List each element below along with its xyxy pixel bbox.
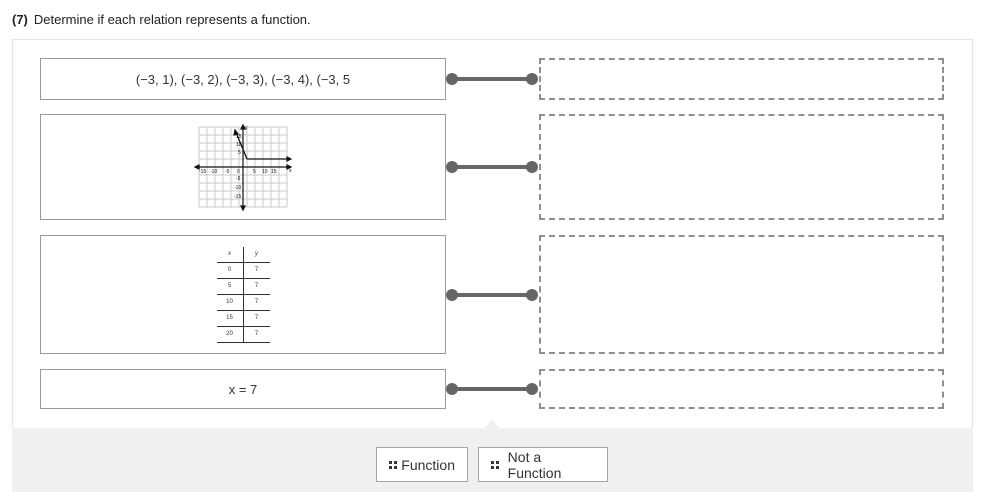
tray-notch xyxy=(483,420,501,429)
not-a-function-choice-label: Not a Function xyxy=(507,448,562,481)
table-cell-x: 15 xyxy=(216,310,244,327)
prompt-ordered-pairs: (−3, 1), (−3, 2), (−3, 3), (−3, 4), (−3,… xyxy=(40,58,446,100)
function-choice[interactable]: Function xyxy=(376,447,468,482)
question-number: (7) xyxy=(12,12,28,27)
table-cell-x: 10 xyxy=(216,294,244,311)
origin-label: 0 xyxy=(237,169,240,175)
drag-grip-icon xyxy=(491,460,499,469)
connector-2-left-dot xyxy=(446,161,458,173)
drag-grip-icon xyxy=(389,460,397,469)
x-tick-10: 10 xyxy=(262,169,268,175)
question-text: Determine if each relation represents a … xyxy=(33,12,311,27)
table-row: 10 7 xyxy=(216,294,270,311)
table-row: 20 7 xyxy=(216,326,270,343)
connector-4-left-dot xyxy=(446,383,458,395)
function-choice-label: Function xyxy=(401,456,455,473)
connector-3-right-dot xyxy=(526,289,538,301)
not-a-function-choice[interactable]: Not a Function xyxy=(478,447,608,482)
connector-3 xyxy=(446,289,538,301)
drop-zone-2[interactable] xyxy=(539,114,944,220)
table-header-y: y xyxy=(242,246,270,263)
y-tick--5: -5 xyxy=(236,176,241,182)
y-axis-label: y xyxy=(245,125,248,131)
table-cell-y: 7 xyxy=(242,294,270,311)
connector-1-left-dot xyxy=(446,73,458,85)
prompt-equation-text: x = 7 xyxy=(228,381,258,397)
table-cell-x: 0 xyxy=(216,262,244,279)
prompt-table: x y 0 7 5 7 10 7 15 7 20 7 xyxy=(40,235,446,354)
x-tick-15: 15 xyxy=(271,169,277,175)
xy-table: x y 0 7 5 7 10 7 15 7 20 7 xyxy=(216,246,270,343)
table-cell-x: 5 xyxy=(216,278,244,295)
table-cell-y: 7 xyxy=(242,326,270,343)
connector-4 xyxy=(446,383,538,395)
y-tick-15: 15 xyxy=(236,134,242,140)
connector-2 xyxy=(446,161,538,173)
table-cell-y: 7 xyxy=(242,310,270,327)
connector-1 xyxy=(446,73,538,85)
x-tick--15: -15 xyxy=(199,169,206,175)
connector-2-right-dot xyxy=(526,161,538,173)
relation-graph: -15 -10 -5 5 10 15 0 x y 15 10 5 -5 -10 … xyxy=(193,123,293,212)
connector-3-left-dot xyxy=(446,289,458,301)
y-tick--15: -15 xyxy=(234,194,241,200)
table-row: 5 7 xyxy=(216,278,270,295)
x-tick--5: -5 xyxy=(225,169,230,175)
connector-4-right-dot xyxy=(526,383,538,395)
table-cell-y: 7 xyxy=(242,278,270,295)
question-header: (7) Determine if each relation represents… xyxy=(12,12,311,27)
y-tick--10: -10 xyxy=(234,185,241,191)
drop-zone-1[interactable] xyxy=(539,58,944,100)
y-tick-10: 10 xyxy=(236,142,242,148)
prompt-equation: x = 7 xyxy=(40,369,446,409)
table-cell-y: 7 xyxy=(242,262,270,279)
x-tick-5: 5 xyxy=(253,169,256,175)
table-header-x: x xyxy=(216,246,244,263)
y-tick-5: 5 xyxy=(238,150,241,156)
x-axis-label: x xyxy=(289,168,292,174)
table-cell-x: 20 xyxy=(216,326,244,343)
drop-zone-3[interactable] xyxy=(539,235,944,354)
connector-1-right-dot xyxy=(526,73,538,85)
table-row: 15 7 xyxy=(216,310,270,327)
x-tick--10: -10 xyxy=(210,169,217,175)
table-row: 0 7 xyxy=(216,262,270,279)
prompt-graph: -15 -10 -5 5 10 15 0 x y 15 10 5 -5 -10 … xyxy=(40,114,446,220)
prompt-ordered-pairs-text: (−3, 1), (−3, 2), (−3, 3), (−3, 4), (−3,… xyxy=(135,71,351,87)
drop-zone-4[interactable] xyxy=(539,369,944,409)
